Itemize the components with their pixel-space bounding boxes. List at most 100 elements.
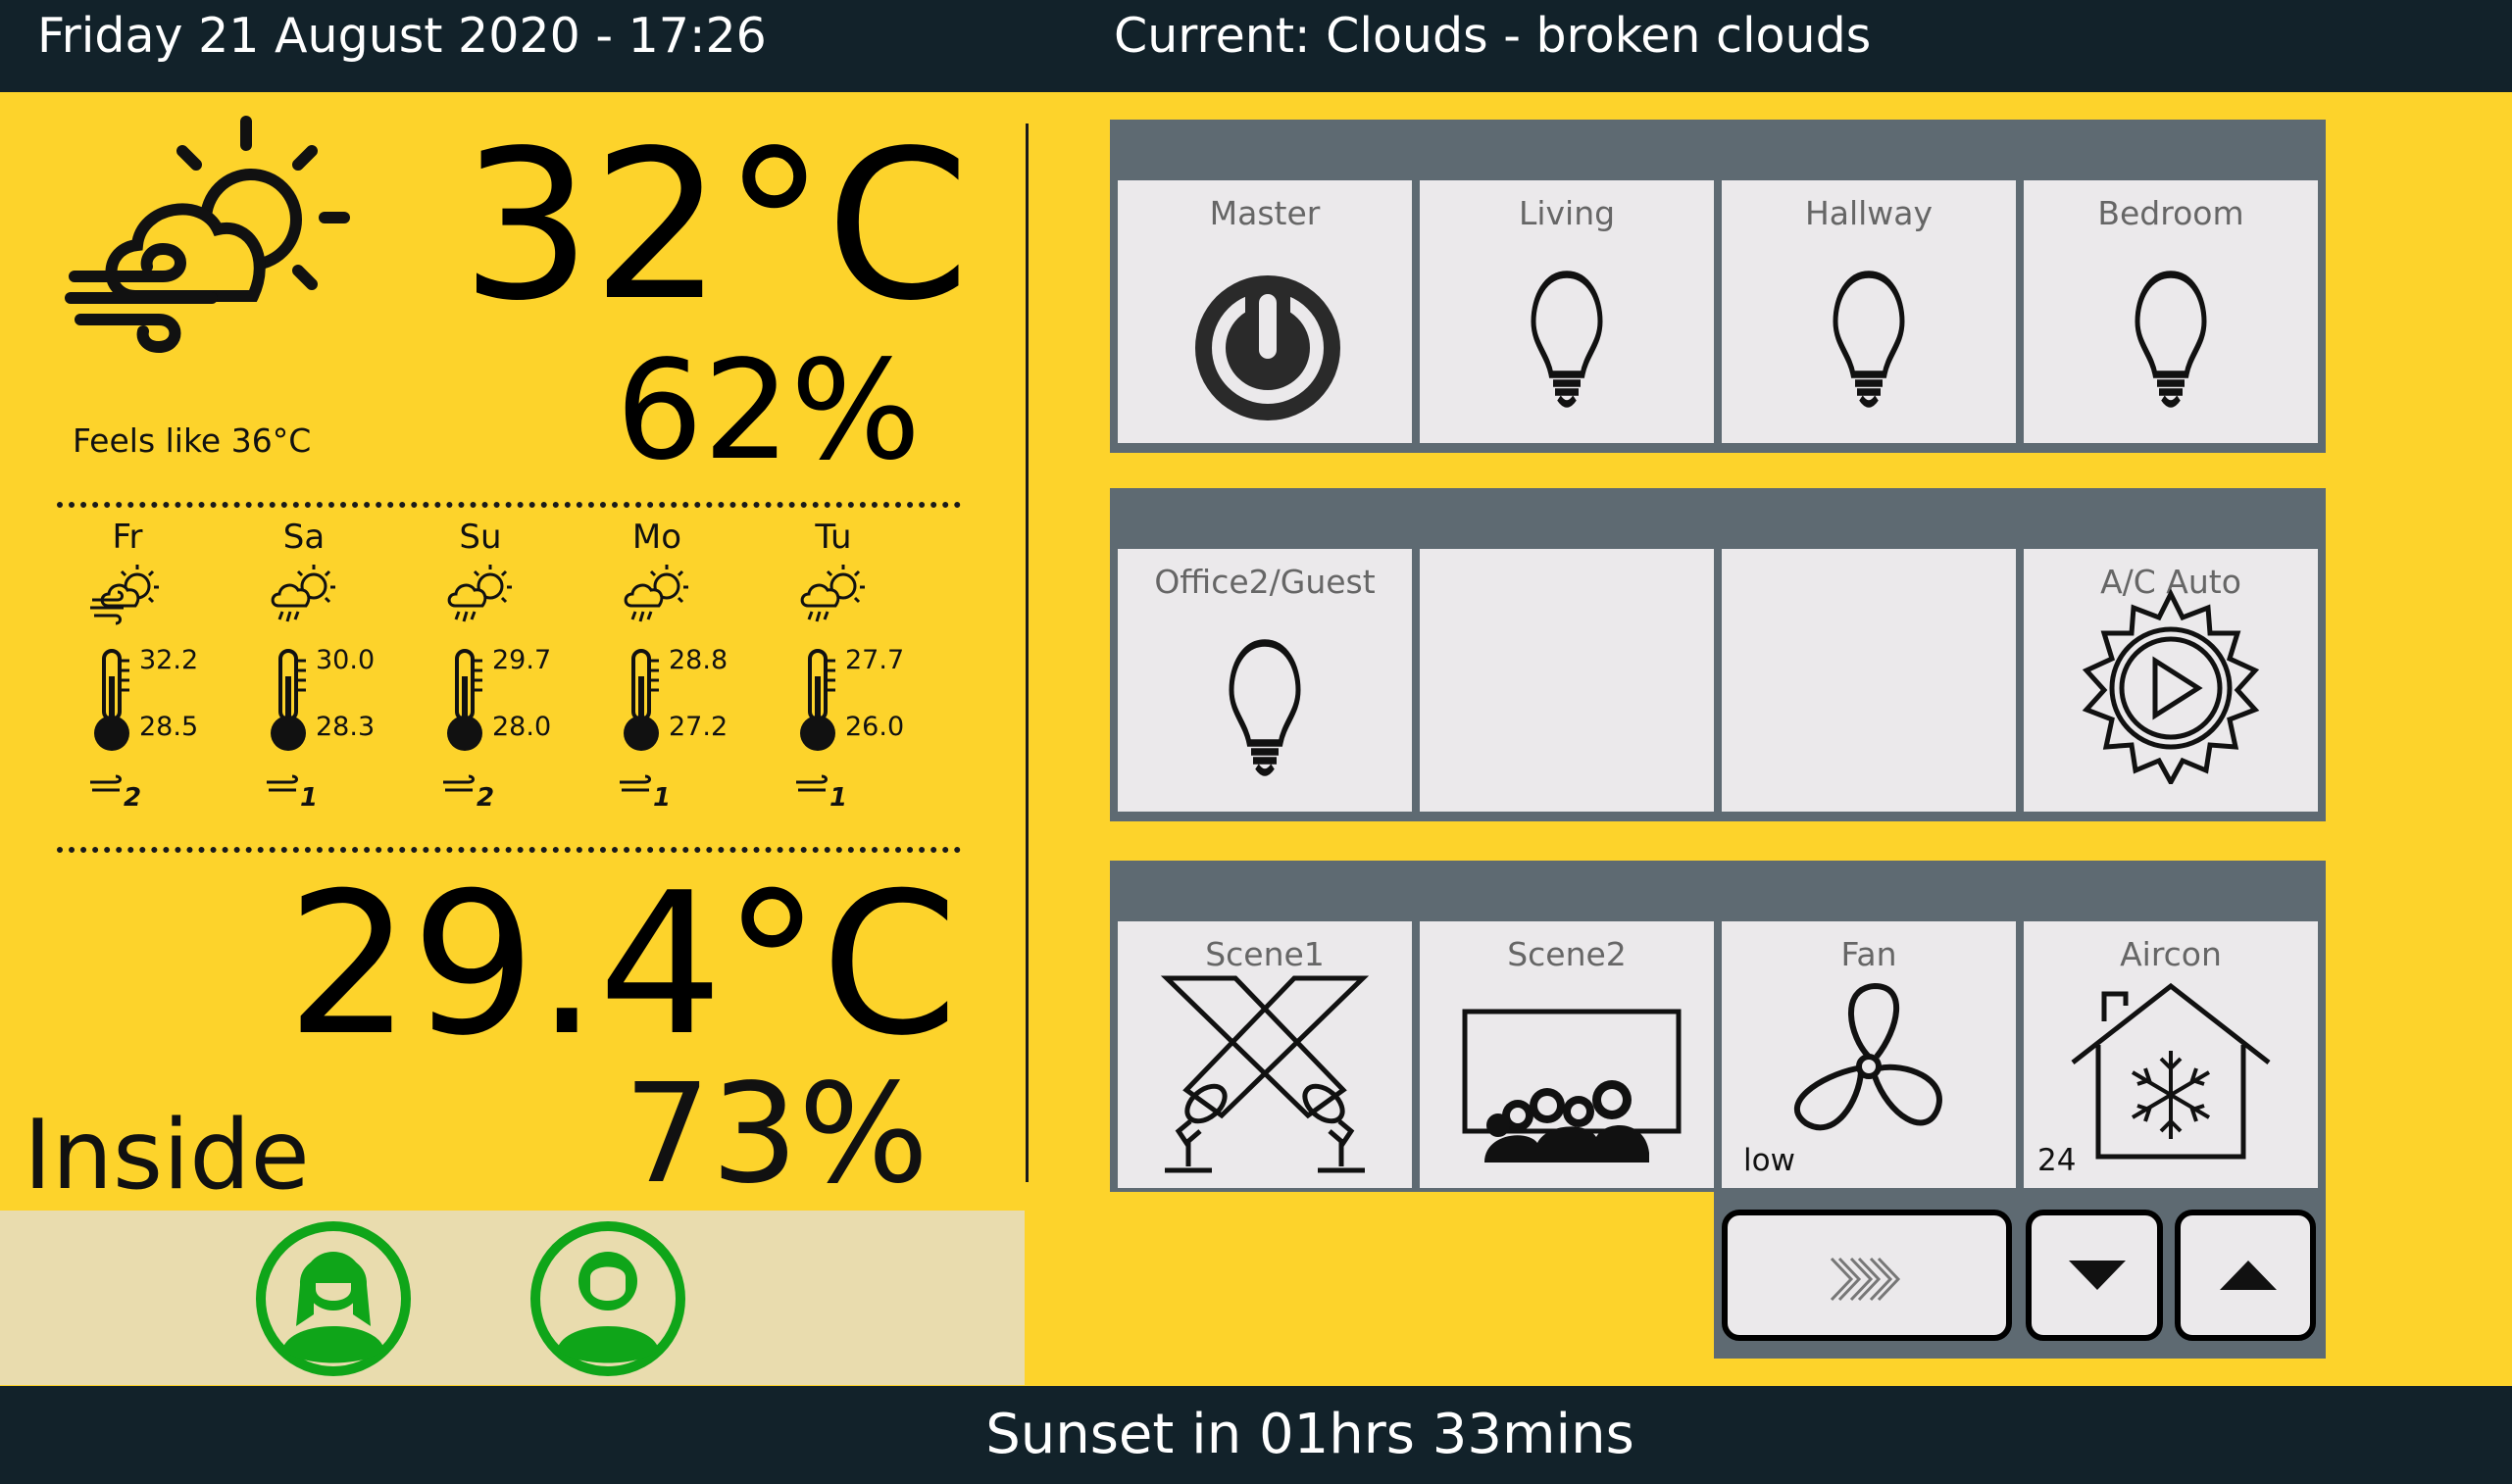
gear-play-icon bbox=[2082, 588, 2260, 784]
tile-aircon[interactable]: Aircon 24 bbox=[2024, 921, 2318, 1188]
tile-label: Master bbox=[1209, 194, 1321, 232]
fan-speed: low bbox=[1743, 1143, 1795, 1178]
tile-label: Office2/Guest bbox=[1154, 563, 1376, 601]
forecast-day: Su 29.7 28.0 2 bbox=[392, 518, 569, 812]
sun-cloud-rain-icon bbox=[265, 561, 343, 629]
wind-icon: 1 bbox=[265, 774, 318, 808]
tile-bedroom[interactable]: Bedroom bbox=[2024, 180, 2318, 443]
wind-icon: 2 bbox=[441, 774, 494, 808]
wind-icon: 1 bbox=[794, 774, 847, 808]
tile-office2-guest[interactable]: Office2/Guest bbox=[1118, 549, 1412, 812]
sun-cloud-rain-icon bbox=[441, 561, 520, 629]
lightbulb-icon bbox=[2122, 263, 2220, 410]
aircon-setpoint: 24 bbox=[2037, 1143, 2077, 1178]
tile-label: Aircon bbox=[2120, 935, 2222, 973]
outside-humidity: 62% bbox=[616, 331, 922, 491]
forecast-low: 27.2 bbox=[669, 712, 728, 742]
tile-label: Hallway bbox=[1804, 194, 1934, 232]
forecast-day-name: Mo bbox=[631, 518, 682, 557]
inside-humidity: 73% bbox=[624, 1055, 929, 1214]
female-user-icon[interactable] bbox=[255, 1220, 412, 1377]
arrow-up-icon bbox=[2220, 1261, 2277, 1290]
tile-ac-auto[interactable]: A/C Auto bbox=[2024, 549, 2318, 812]
current-conditions: Current: Clouds - broken clouds bbox=[1114, 8, 1872, 64]
inside-temperature: 29.4°C bbox=[286, 851, 958, 1079]
wind-force: 1 bbox=[829, 783, 847, 808]
forecast-high: 27.7 bbox=[845, 645, 905, 675]
sun-cloud-rain-icon bbox=[794, 561, 873, 629]
scenes-panel: Scene1 Scene2 Fan low Aircon 24 bbox=[1110, 861, 2326, 1192]
forecast-high: 30.0 bbox=[316, 645, 376, 675]
sun-cloud-rain-icon bbox=[618, 561, 696, 629]
forecast-day: Tu 27.7 26.0 1 bbox=[745, 518, 922, 812]
sun-cloud-wind-icon bbox=[88, 561, 167, 629]
tile-label: Living bbox=[1518, 194, 1616, 232]
forecast-high: 32.2 bbox=[139, 645, 199, 675]
feels-like: Feels like 36°C bbox=[73, 421, 312, 460]
tile-empty bbox=[1722, 549, 2016, 812]
chevrons-right-icon bbox=[1830, 1257, 1901, 1302]
scroll-up-button[interactable] bbox=[2175, 1210, 2316, 1341]
forecast-low: 28.0 bbox=[492, 712, 552, 742]
forecast-low: 26.0 bbox=[845, 712, 905, 742]
tile-empty bbox=[1420, 549, 1714, 812]
inside-label: Inside bbox=[24, 1100, 310, 1212]
fan-icon bbox=[1793, 982, 1942, 1131]
forecast-day-name: Tu bbox=[815, 518, 852, 557]
tile-scene1[interactable]: Scene1 bbox=[1118, 921, 1412, 1188]
spotlights-icon bbox=[1160, 975, 1370, 1173]
power-icon bbox=[1195, 275, 1340, 420]
forecast-low: 28.3 bbox=[316, 712, 376, 742]
lightbulb-icon bbox=[1518, 263, 1616, 410]
divider bbox=[57, 502, 961, 508]
wind-force: 2 bbox=[124, 783, 141, 808]
tile-hallway[interactable]: Hallway bbox=[1722, 180, 2016, 443]
thermometer-icon bbox=[86, 647, 137, 755]
forecast-day: Mo 28.8 27.2 1 bbox=[569, 518, 745, 812]
house-snowflake-icon bbox=[2071, 982, 2271, 1160]
lightbulb-icon bbox=[1820, 263, 1918, 410]
cinema-audience-icon bbox=[1462, 1009, 1682, 1162]
header-bar: Friday 21 August 2020 - 17:26 Current: C… bbox=[0, 0, 2512, 92]
thermometer-icon bbox=[616, 647, 667, 755]
male-user-icon[interactable] bbox=[529, 1220, 686, 1377]
tile-label: Scene2 bbox=[1507, 935, 1627, 973]
thermometer-icon bbox=[263, 647, 314, 755]
forecast-high: 29.7 bbox=[492, 645, 552, 675]
forecast-day: Fr 32.2 28.5 2 bbox=[39, 518, 216, 812]
thermometer-icon bbox=[792, 647, 843, 755]
tile-living[interactable]: Living bbox=[1420, 180, 1714, 443]
tile-scene2[interactable]: Scene2 bbox=[1420, 921, 1714, 1188]
lights-panel-2: Office2/Guest A/C Auto bbox=[1110, 488, 2326, 821]
lights-panel-1: Master Living Hallway Bedroom bbox=[1110, 120, 2326, 453]
forecast-day-name: Sa bbox=[282, 518, 326, 557]
footer-bar: Sunset in 01hrs 33mins bbox=[0, 1386, 2512, 1484]
wind-icon: 2 bbox=[88, 774, 141, 808]
sun-cloud-wind-icon bbox=[65, 116, 350, 354]
scroll-down-button[interactable] bbox=[2026, 1210, 2163, 1341]
tile-label: Bedroom bbox=[2097, 194, 2244, 232]
next-page-button[interactable] bbox=[1722, 1210, 2012, 1341]
presence-bar bbox=[0, 1211, 1025, 1385]
forecast-high: 28.8 bbox=[669, 645, 728, 675]
forecast-day-name: Su bbox=[459, 518, 502, 557]
forecast-day: Sa 30.0 28.3 1 bbox=[216, 518, 392, 812]
column-divider bbox=[1026, 124, 1029, 1182]
date-time: Friday 21 August 2020 - 17:26 bbox=[37, 8, 767, 64]
tile-label: Fan bbox=[1840, 935, 1897, 973]
lightbulb-icon bbox=[1216, 631, 1314, 778]
forecast-low: 28.5 bbox=[139, 712, 199, 742]
arrow-down-icon bbox=[2069, 1261, 2126, 1290]
wind-force: 1 bbox=[653, 783, 671, 808]
wind-force: 2 bbox=[477, 783, 494, 808]
sunset-countdown: Sunset in 01hrs 33mins bbox=[985, 1403, 1634, 1466]
tile-label: Scene1 bbox=[1205, 935, 1325, 973]
forecast-day-name: Fr bbox=[112, 518, 143, 557]
outside-temperature: 32°C bbox=[461, 106, 970, 346]
tile-fan[interactable]: Fan low bbox=[1722, 921, 2016, 1188]
wind-icon: 1 bbox=[618, 774, 671, 808]
thermometer-icon bbox=[439, 647, 490, 755]
wind-force: 1 bbox=[300, 783, 318, 808]
nav-controls bbox=[1714, 1192, 2326, 1359]
tile-master[interactable]: Master bbox=[1118, 180, 1412, 443]
